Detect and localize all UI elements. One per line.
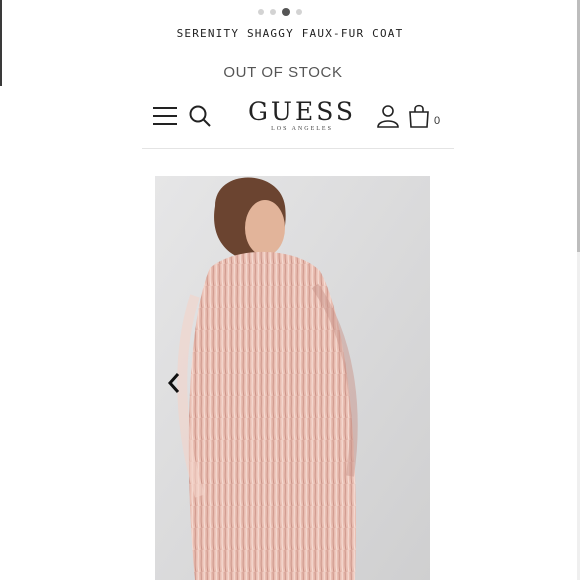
carousel-dots	[258, 8, 302, 16]
site-header: GUESS LOS ANGELES 0	[142, 92, 454, 149]
carousel-dot[interactable]	[270, 9, 276, 15]
search-icon[interactable]	[188, 104, 212, 128]
logo-sub: LOS ANGELES	[271, 126, 333, 132]
product-title: SERENITY SHAGGY FAUX-FUR COAT	[176, 27, 404, 40]
bag-count: 0	[434, 115, 441, 127]
guess-logo[interactable]: GUESS LOS ANGELES	[242, 97, 362, 133]
product-photo[interactable]	[155, 176, 430, 580]
stock-status: OUT OF STOCK	[223, 64, 343, 81]
carousel-dot[interactable]	[296, 9, 302, 15]
menu-icon[interactable]	[152, 105, 178, 127]
carousel-dot[interactable]	[258, 9, 264, 15]
chevron-left-icon[interactable]	[162, 370, 188, 396]
user-icon[interactable]	[376, 104, 400, 128]
header-divider	[142, 148, 454, 149]
logo-main: GUESS	[247, 97, 357, 126]
bag-icon[interactable]	[408, 103, 430, 129]
carousel-dot-active[interactable]	[282, 8, 290, 16]
